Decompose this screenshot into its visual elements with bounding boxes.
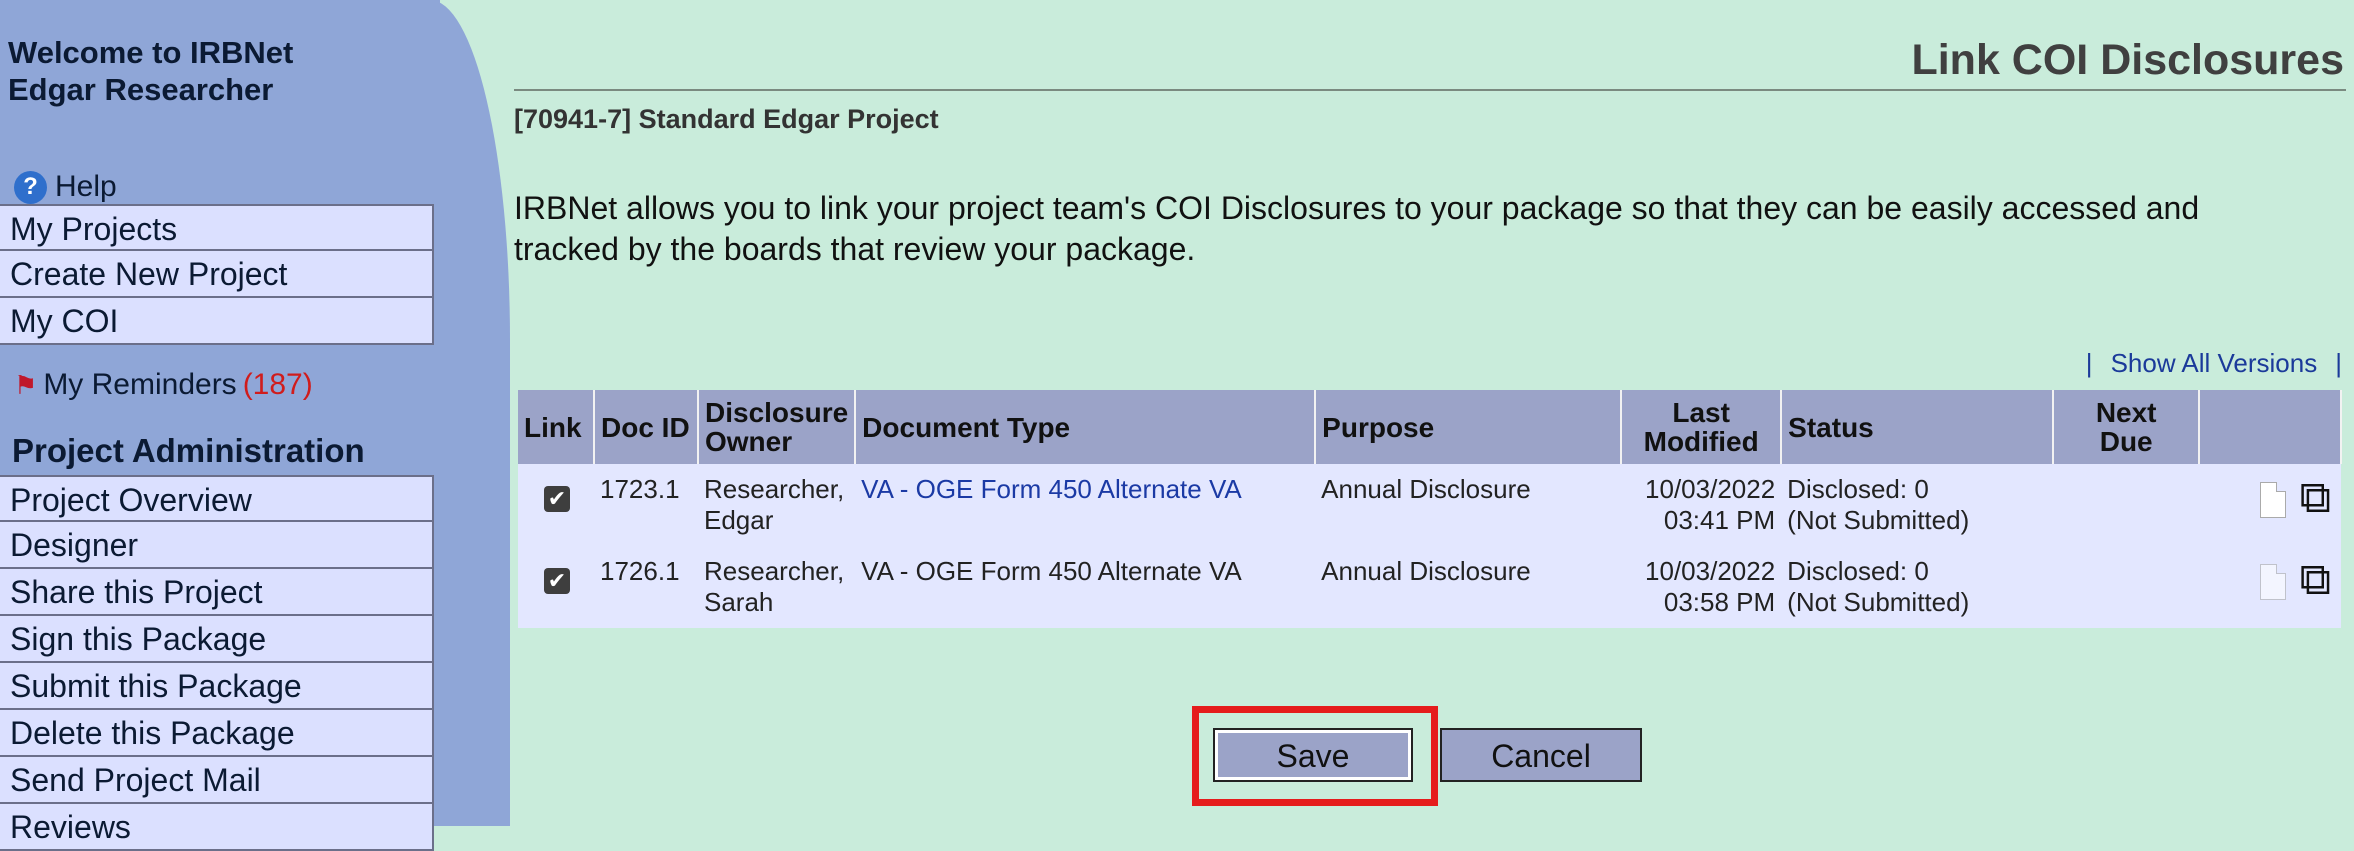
owner-first-name: Edgar: [704, 505, 774, 535]
table-header-row: Link Doc ID Disclosure Owner Document Ty…: [518, 390, 2342, 464]
table-row: ✔ 1726.1 Researcher, Sarah VA - OGE Form…: [518, 546, 2341, 628]
owner-cell: Researcher, Sarah: [698, 546, 856, 628]
welcome-text: Welcome to IRBNet Edgar Researcher: [8, 34, 293, 108]
doc-id-cell: 1726.1: [594, 546, 698, 628]
link-checkbox[interactable]: ✔: [544, 568, 570, 594]
title-divider: [514, 89, 2346, 91]
save-button[interactable]: Save: [1213, 728, 1413, 782]
status-disclosed: Disclosed: 0: [1787, 556, 1929, 586]
document-type-cell: VA - OGE Form 450 Alternate VA: [855, 546, 1316, 628]
table-row: ✔ 1723.1 Researcher, Edgar VA - OGE Form…: [518, 464, 2341, 546]
col-header-owner-line-2: Owner: [705, 426, 793, 457]
owner-cell: Researcher, Edgar: [698, 464, 856, 546]
document-type-cell: VA - OGE Form 450 Alternate VA: [855, 464, 1316, 546]
sidebar-item-send-project-mail[interactable]: Send Project Mail: [0, 757, 434, 804]
last-modified-cell: 10/03/2022 03:58 PM: [1621, 546, 1782, 628]
link-cell: ✔: [518, 464, 594, 546]
sidebar-item-delete-package[interactable]: Delete this Package: [0, 710, 434, 757]
col-header-purpose: Purpose: [1315, 390, 1623, 464]
actions-cell: ⧉: [2199, 464, 2341, 546]
sidebar-item-sign-package[interactable]: Sign this Package: [0, 616, 434, 663]
sidebar-item-project-overview[interactable]: Project Overview: [0, 475, 434, 522]
sidebar-item-my-projects[interactable]: My Projects: [0, 204, 434, 251]
sidebar-nav-top: My Projects Create New Project My COI: [0, 204, 434, 345]
sidebar-nav-admin: Project Overview Designer Share this Pro…: [0, 475, 434, 851]
status-disclosed: Disclosed: 0: [1787, 474, 1929, 504]
col-header-modified-line-2: Modified: [1643, 426, 1759, 457]
col-header-modified-line-1: Last: [1672, 397, 1730, 428]
col-header-last-modified: Last Modified: [1621, 390, 1783, 464]
reminders-count: (187): [242, 368, 313, 401]
col-header-actions: [2199, 390, 2342, 464]
status-cell: Disclosed: 0 (Not Submitted): [1781, 464, 2054, 546]
owner-last-name: Researcher,: [704, 474, 845, 504]
document-icon[interactable]: [2259, 481, 2287, 518]
modified-time: 03:41 PM: [1663, 505, 1776, 535]
col-header-next-due-line-1: Next: [2095, 397, 2157, 428]
intro-text: IRBNet allows you to link your project t…: [514, 190, 2200, 267]
doc-id-cell: 1723.1: [594, 464, 698, 546]
reminders-label: My Reminders: [43, 368, 237, 401]
col-header-doc-id: Doc ID: [594, 390, 699, 464]
link-checkbox[interactable]: ✔: [544, 486, 570, 512]
copy-pages-icon[interactable]: ⧉: [2300, 558, 2331, 602]
page-title: Link COI Disclosures: [1911, 36, 2344, 84]
sidebar-item-reviews[interactable]: Reviews: [0, 804, 434, 851]
col-header-owner-line-1: Disclosure: [705, 397, 849, 428]
modified-time: 03:58 PM: [1663, 587, 1776, 617]
next-due-cell: [2053, 546, 2200, 628]
welcome-user-name: Edgar Researcher: [8, 72, 274, 107]
sidebar-item-create-new-project[interactable]: Create New Project: [0, 251, 434, 298]
purpose-cell: Annual Disclosure: [1315, 464, 1622, 546]
section-title-project-administration: Project Administration: [12, 432, 365, 469]
sidebar-item-share-project[interactable]: Share this Project: [0, 569, 434, 616]
col-header-disclosure-owner: Disclosure Owner: [698, 390, 857, 464]
col-header-next-due: Next Due: [2053, 390, 2201, 464]
separator: |: [2335, 348, 2342, 378]
help-circle-icon: ?: [14, 170, 47, 204]
modified-date: 10/03/2022: [1645, 556, 1776, 586]
sidebar-item-designer[interactable]: Designer: [0, 522, 434, 569]
status-cell: Disclosed: 0 (Not Submitted): [1781, 546, 2054, 628]
actions-cell: ⧉: [2199, 546, 2341, 628]
versions-bar: | Show All Versions |: [2086, 348, 2342, 379]
help-link[interactable]: ? Help: [14, 170, 117, 204]
show-all-versions-link[interactable]: Show All Versions: [2111, 348, 2318, 379]
col-header-link: Link: [518, 390, 595, 464]
flag-icon: ⚑: [14, 369, 38, 400]
sidebar-curve: [430, 0, 510, 826]
next-due-cell: [2053, 464, 2200, 546]
owner-first-name: Sarah: [704, 587, 774, 617]
welcome-line-1: Welcome to IRBNet: [8, 35, 294, 70]
col-header-next-due-line-2: Due: [2099, 426, 2153, 457]
sidebar-item-submit-package[interactable]: Submit this Package: [0, 663, 434, 710]
status-submission: (Not Submitted): [1787, 587, 1970, 617]
purpose-cell: Annual Disclosure: [1315, 546, 1622, 628]
document-type-link[interactable]: VA - OGE Form 450 Alternate VA: [861, 474, 1242, 504]
separator: |: [2085, 348, 2093, 378]
owner-last-name: Researcher,: [704, 556, 845, 586]
link-cell: ✔: [518, 546, 594, 628]
col-header-status: Status: [1781, 390, 2055, 464]
document-icon[interactable]: [2259, 563, 2287, 600]
copy-pages-icon[interactable]: ⧉: [2300, 476, 2331, 520]
sidebar-item-my-coi[interactable]: My COI: [0, 298, 434, 345]
last-modified-cell: 10/03/2022 03:41 PM: [1621, 464, 1782, 546]
col-header-document-type: Document Type: [855, 390, 1317, 464]
sidebar-item-my-reminders[interactable]: ⚑ My Reminders (187): [14, 368, 313, 402]
modified-date: 10/03/2022: [1645, 474, 1776, 504]
project-name: [70941-7] Standard Edgar Project: [514, 104, 939, 134]
coi-disclosures-table: Link Doc ID Disclosure Owner Document Ty…: [518, 390, 2342, 628]
help-label: Help: [55, 170, 117, 203]
status-submission: (Not Submitted): [1787, 505, 1970, 535]
cancel-button[interactable]: Cancel: [1440, 728, 1642, 782]
